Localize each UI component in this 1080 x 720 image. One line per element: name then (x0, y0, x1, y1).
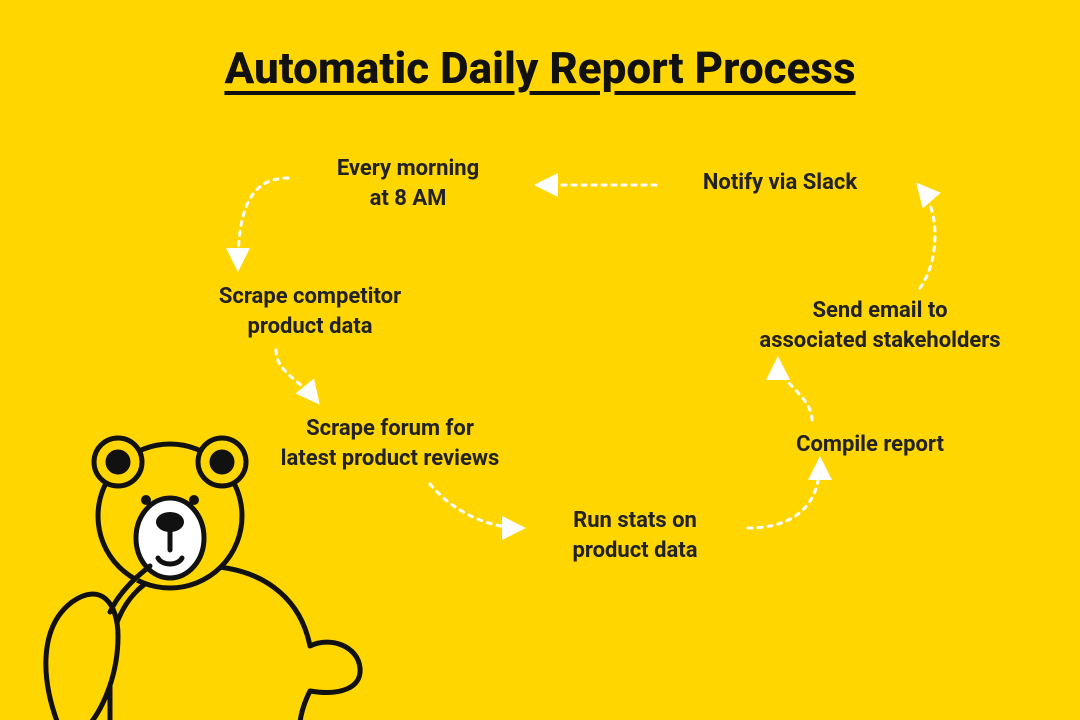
step-notify-slack: Notify via Slack (650, 168, 910, 198)
bear-mascot-icon (0, 366, 390, 720)
step-send-email: Send email toassociated stakeholders (720, 296, 1040, 355)
step-run-stats: Run stats onproduct data (520, 506, 750, 565)
step-scrape-competitor: Scrape competitorproduct data (180, 282, 440, 341)
step-trigger: Every morningat 8 AM (278, 154, 538, 213)
page-title: Automatic Daily Report Process (224, 42, 855, 94)
step-compile-report: Compile report (760, 430, 980, 460)
